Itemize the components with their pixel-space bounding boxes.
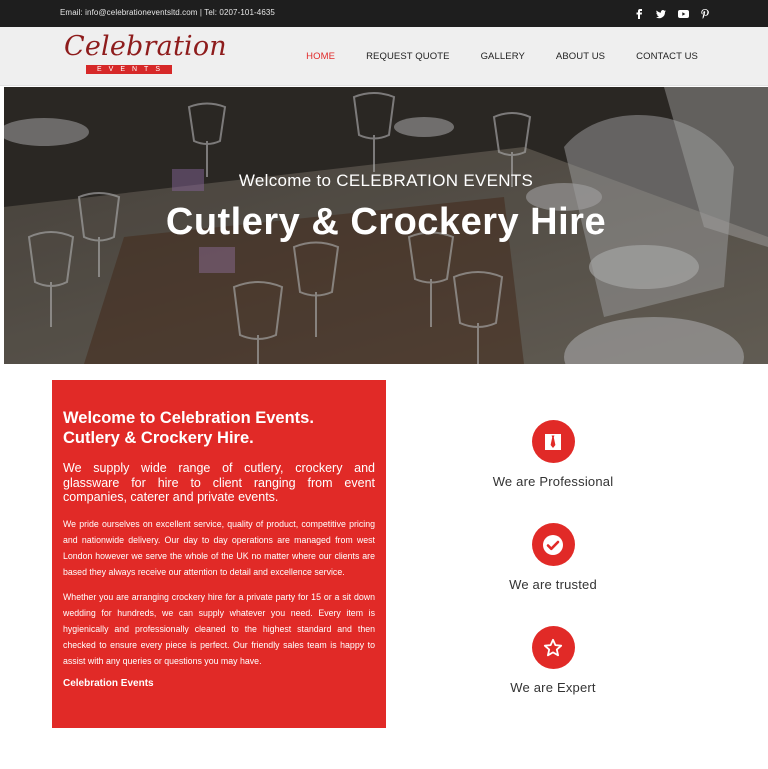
checkmark-icon bbox=[531, 523, 575, 566]
top-bar: Email: info@celebrationeventsltd.com | T… bbox=[0, 0, 768, 27]
facebook-icon[interactable] bbox=[628, 6, 650, 22]
social-links bbox=[628, 6, 716, 22]
nav-gallery[interactable]: GALLERY bbox=[481, 51, 525, 62]
main-nav: HOME REQUEST QUOTE GALLERY ABOUT US CONT… bbox=[275, 27, 698, 86]
intro-paragraph-2: Whether you are arranging crockery hire … bbox=[63, 591, 375, 666]
twitter-icon[interactable] bbox=[650, 6, 672, 22]
intro-heading: Welcome to Celebration Events. Cutlery &… bbox=[63, 409, 314, 447]
hero-subtitle: Welcome to CELEBRATION EVENTS bbox=[238, 171, 534, 190]
nav-contact-us[interactable]: CONTACT US bbox=[636, 51, 698, 62]
nav-request-quote[interactable]: REQUEST QUOTE bbox=[366, 51, 449, 62]
nav-about-us[interactable]: ABOUT US bbox=[556, 51, 605, 62]
site-header: Celebration EVENTS HOME REQUEST QUOTE GA… bbox=[0, 27, 768, 86]
logo-script: Celebration bbox=[64, 31, 227, 62]
feature-professional: We are Professional bbox=[470, 420, 636, 489]
intro-panel: Welcome to Celebration Events. Cutlery &… bbox=[52, 380, 386, 728]
tie-icon bbox=[531, 420, 575, 463]
nav-home[interactable]: HOME bbox=[306, 51, 335, 62]
logo-strip: EVENTS bbox=[86, 65, 172, 74]
feature-expert: We are Expert bbox=[470, 626, 636, 695]
intro-lead: We supply wide range of cutlery, crocker… bbox=[63, 461, 375, 504]
contact-info: Email: info@celebrationeventsltd.com | T… bbox=[60, 8, 275, 17]
intro-signature: Celebration Events bbox=[63, 677, 154, 689]
feature-trusted: We are trusted bbox=[470, 523, 636, 592]
intro-paragraph-1: We pride ourselves on excellent service,… bbox=[63, 518, 375, 577]
feature-label: We are Expert bbox=[510, 680, 596, 695]
feature-label: We are Professional bbox=[492, 474, 614, 489]
hero-banner: Welcome to CELEBRATION EVENTS Cutlery & … bbox=[4, 87, 768, 364]
feature-label: We are trusted bbox=[509, 577, 597, 592]
pinterest-icon[interactable] bbox=[694, 6, 716, 22]
star-icon bbox=[531, 626, 575, 669]
hero-title: Cutlery & Crockery Hire bbox=[165, 201, 607, 243]
youtube-icon[interactable] bbox=[672, 6, 694, 22]
site-logo[interactable]: Celebration EVENTS bbox=[64, 31, 227, 79]
